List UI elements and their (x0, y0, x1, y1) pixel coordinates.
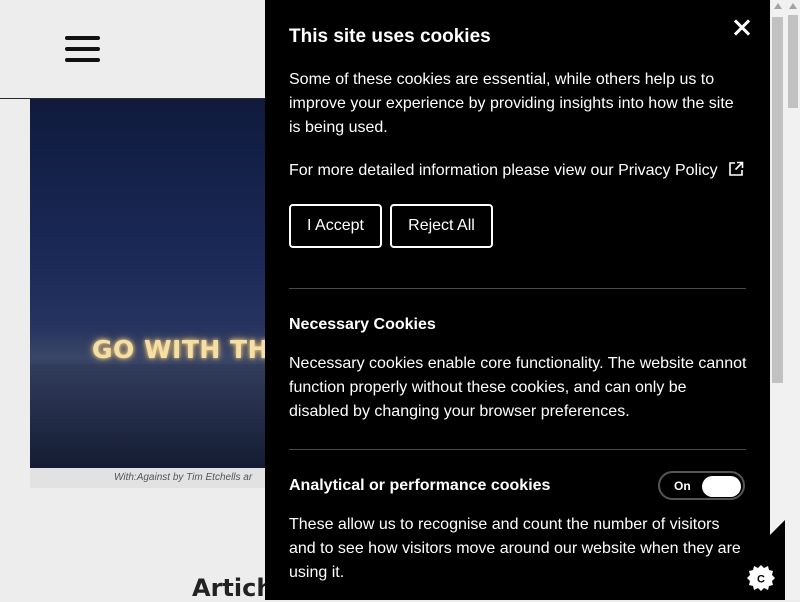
privacy-policy-link[interactable]: Privacy Policy (618, 162, 718, 179)
panel-scrollbar[interactable] (770, 0, 785, 600)
privacy-info-text: For more detailed information please vie… (289, 162, 614, 179)
hero-caption: With:Against by Tim Etchells ar (114, 472, 253, 483)
cookie-panel-title: This site uses cookies (289, 26, 491, 47)
hero-image: GO WITH THE (30, 99, 270, 468)
external-link-icon[interactable] (728, 161, 744, 177)
hamburger-menu-icon[interactable] (65, 36, 100, 62)
scroll-up-arrow-icon[interactable] (789, 3, 797, 9)
panel-scrollbar-thumb[interactable] (772, 17, 783, 383)
close-icon[interactable] (733, 19, 751, 37)
toggle-state-label: On (674, 479, 691, 493)
privacy-info-line: For more detailed information please vie… (289, 159, 744, 183)
scroll-up-arrow-icon[interactable] (774, 3, 782, 9)
svg-text:C: C (757, 574, 765, 586)
hero-water (30, 364, 270, 468)
analytics-cookies-title: Analytical or performance cookies (289, 477, 551, 494)
reject-all-button[interactable]: Reject All (390, 204, 493, 248)
hero-caption-bar: With:Against by Tim Etchells ar (30, 468, 270, 488)
toggle-knob (702, 476, 741, 497)
section-divider (289, 288, 746, 289)
analytics-cookies-description: These allow us to recognise and count th… (289, 516, 741, 581)
page-scrollbar-thumb[interactable] (788, 15, 798, 108)
page-scrollbar[interactable] (785, 0, 800, 600)
analytics-cookies-toggle[interactable]: On (658, 471, 745, 500)
cookie-consent-panel: This site uses cookies Some of these coo… (265, 0, 770, 600)
hero-neon-text: GO WITH THE (92, 335, 270, 364)
necessary-cookies-description: Necessary cookies enable core functional… (289, 355, 747, 420)
section-divider (289, 449, 746, 450)
cookie-settings-icon[interactable]: C (740, 520, 785, 600)
necessary-cookies-title: Necessary Cookies (289, 316, 436, 333)
accept-button[interactable]: I Accept (289, 204, 382, 248)
cookie-panel-intro: Some of these cookies are essential, whi… (289, 71, 734, 136)
article-heading: Artich (192, 574, 274, 602)
